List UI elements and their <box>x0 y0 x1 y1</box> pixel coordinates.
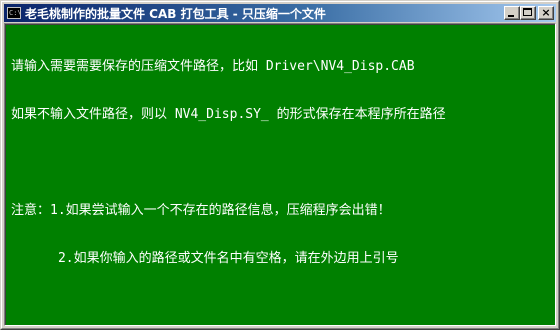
minimize-button[interactable] <box>504 6 520 20</box>
console-output-area[interactable]: 请输入需要需要保存的压缩文件路径，比如 Driver\NV4_Disp.CAB … <box>5 24 555 325</box>
window-title: 老毛桃制作的批量文件 CAB 打包工具 - 只压缩一个文件 <box>25 6 326 21</box>
close-button[interactable]: × <box>538 6 554 20</box>
window-controls: × <box>504 6 554 20</box>
console-text: 请输入需要需要保存的压缩文件路径，比如 Driver\NV4_Disp.CAB … <box>11 27 446 299</box>
close-icon: × <box>541 6 551 19</box>
maximize-button[interactable] <box>520 6 536 20</box>
title-bar[interactable]: C:\ 老毛桃制作的批量文件 CAB 打包工具 - 只压缩一个文件 × <box>4 4 556 22</box>
console-line-note-1: 注意：1.如果尝试输入一个不存在的路径信息，压缩程序会出错！ <box>11 203 391 218</box>
console-frame: 请输入需要需要保存的压缩文件路径，比如 Driver\NV4_Disp.CAB … <box>4 23 556 326</box>
maximize-icon <box>523 8 532 16</box>
window-border: C:\ 老毛桃制作的批量文件 CAB 打包工具 - 只压缩一个文件 × 请输入需… <box>1 1 559 329</box>
console-window: C:\ 老毛桃制作的批量文件 CAB 打包工具 - 只压缩一个文件 × 请输入需… <box>0 0 560 330</box>
console-line-note-2: 2.如果你输入的路径或文件名中有空格，请在外边用上引号 <box>11 251 399 266</box>
console-line-blank <box>11 155 446 171</box>
console-line-prompt-path: 请输入需要需要保存的压缩文件路径，比如 Driver\NV4_Disp.CAB <box>11 59 415 74</box>
console-app-icon[interactable]: C:\ <box>7 7 21 19</box>
minimize-icon <box>508 15 514 17</box>
console-line-default-path: 如果不输入文件路径，则以 NV4_Disp.SY_ 的形式保存在本程序所在路径 <box>11 107 446 122</box>
